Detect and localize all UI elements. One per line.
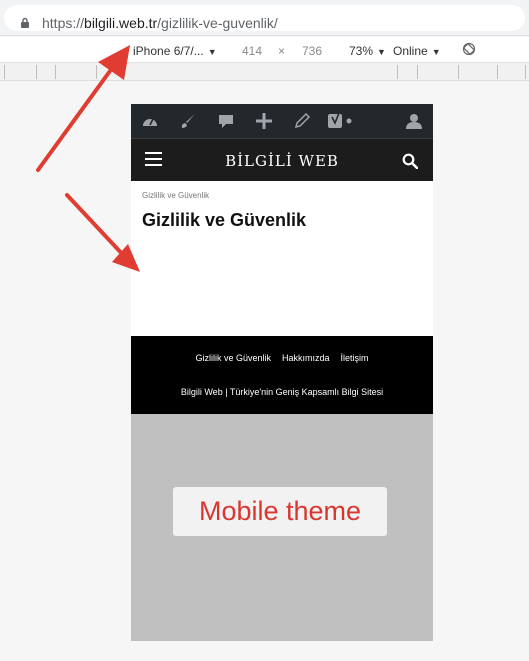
arrow-to-device-select bbox=[36, 45, 130, 172]
arrow-to-page-content bbox=[65, 193, 140, 272]
annotation-arrows bbox=[36, 45, 140, 272]
